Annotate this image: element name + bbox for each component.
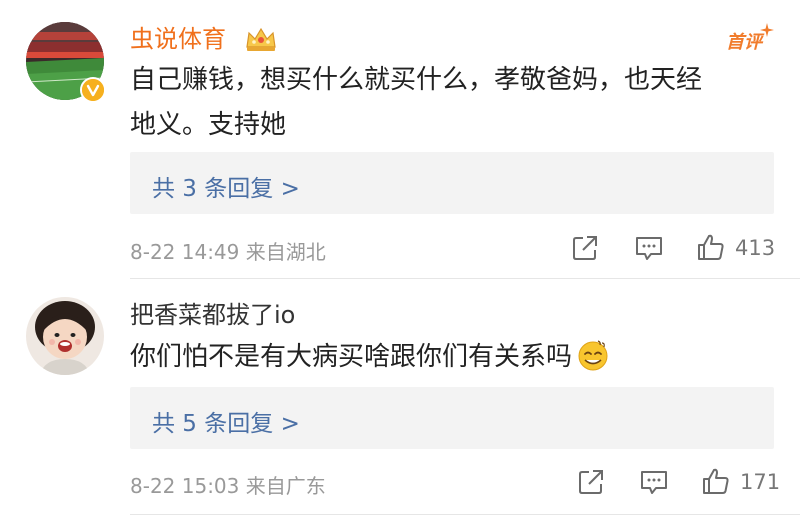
share-icon[interactable] bbox=[577, 468, 605, 500]
view-replies-link[interactable]: 共 5 条回复 > bbox=[152, 404, 300, 438]
like-thumb-icon[interactable] bbox=[696, 232, 726, 266]
like-count: 413 bbox=[735, 236, 776, 260]
replies-box[interactable]: 共 5 条回复 > bbox=[130, 387, 774, 449]
comment-icon[interactable] bbox=[639, 468, 669, 500]
comment-text: 自己赚钱，想买什么就买什么，孝敬爸妈，也天经 地义。支持她 bbox=[130, 58, 702, 148]
avatar[interactable] bbox=[26, 297, 104, 375]
comment-meta: 8-22 14:49 来自湖北 bbox=[130, 236, 326, 265]
view-replies-link[interactable]: 共 3 条回复 > bbox=[152, 169, 300, 203]
comment-icon[interactable] bbox=[634, 234, 664, 266]
comment-text: 你们怕不是有大病买啥跟你们有关系吗 bbox=[130, 335, 610, 387]
comment-meta: 8-22 15:03 来自广东 bbox=[130, 470, 326, 499]
timestamp: 8-22 14:49 bbox=[130, 240, 240, 264]
comment-item: 虫说体育 首评 自己赚钱，想买什么就买什么，孝敬爸妈，也天经 地义。支持她 共 … bbox=[0, 0, 800, 278]
timestamp: 8-22 15:03 bbox=[130, 474, 240, 498]
username[interactable]: 虫说体育 bbox=[130, 24, 226, 54]
comment-text-line: 地义。支持她 bbox=[130, 110, 287, 140]
share-icon[interactable] bbox=[571, 234, 599, 266]
like-count: 171 bbox=[740, 470, 781, 494]
divider bbox=[130, 514, 800, 515]
first-comment-badge: 首评 bbox=[726, 32, 762, 53]
sparkle-icon bbox=[760, 22, 774, 41]
crown-vip-icon bbox=[244, 25, 278, 57]
sweat-smile-emoji-icon bbox=[576, 338, 610, 387]
comment-text-line: 你们怕不是有大病买啥跟你们有关系吗 bbox=[130, 335, 610, 387]
replies-box[interactable]: 共 3 条回复 > bbox=[130, 152, 774, 214]
comment-item: 把香菜都拔了io 你们怕不是有大病买啥跟你们有关系吗 共 5 条回复 > 8-2… bbox=[0, 279, 800, 528]
location: 来自湖北 bbox=[245, 240, 326, 264]
like-thumb-icon[interactable] bbox=[701, 466, 731, 500]
comment-text-line: 自己赚钱，想买什么就买什么，孝敬爸妈，也天经 bbox=[130, 65, 703, 95]
girl-avatar-image bbox=[26, 297, 104, 375]
location: 来自广东 bbox=[245, 474, 326, 498]
verified-badge-icon bbox=[80, 77, 106, 103]
username[interactable]: 把香菜都拔了io bbox=[130, 300, 295, 330]
